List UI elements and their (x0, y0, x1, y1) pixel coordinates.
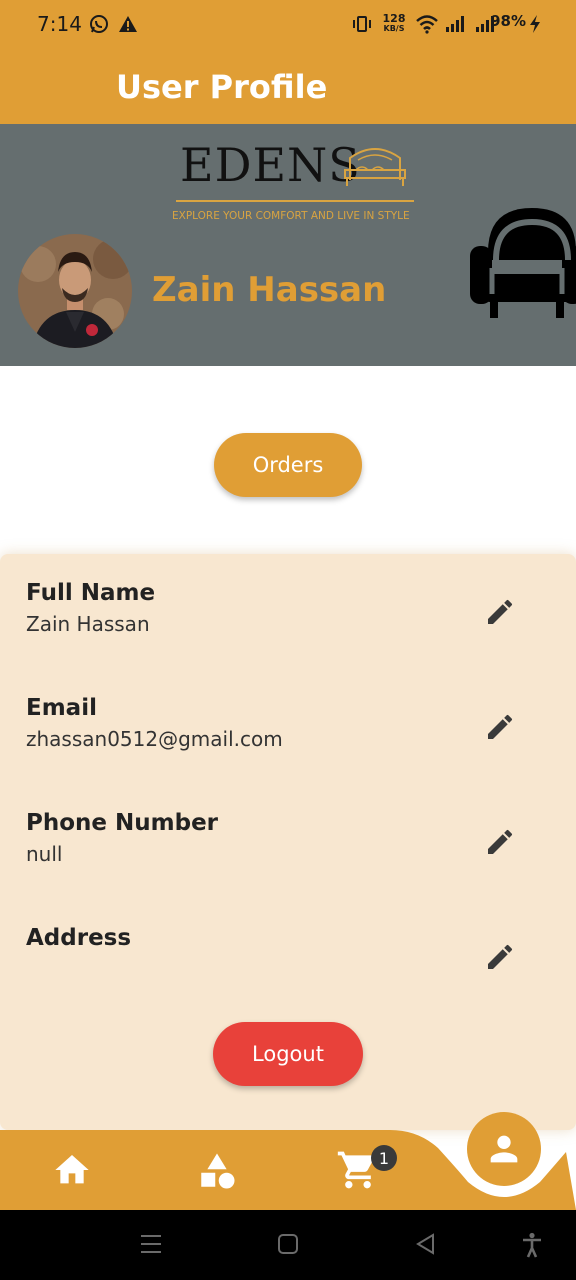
logo-text: EDENS (180, 138, 361, 192)
edit-full-name-icon[interactable] (484, 596, 516, 628)
edit-phone-icon[interactable] (484, 826, 516, 858)
network-speed-value: 128 (382, 12, 406, 25)
whatsapp-icon (90, 15, 108, 33)
network-speed-unit: KB/S (383, 24, 405, 33)
app-bar: User Profile (0, 52, 576, 124)
field-value: zhassan0512@gmail.com (26, 727, 283, 751)
field-address: Address (26, 925, 446, 957)
logout-button[interactable]: Logout (213, 1022, 363, 1086)
wifi-icon (416, 15, 438, 34)
field-label: Phone Number (26, 810, 219, 836)
nav-profile-button[interactable] (467, 1112, 541, 1186)
battery-charging-icon (530, 15, 540, 33)
vibrate-icon (353, 16, 371, 32)
battery-level: 98% (490, 12, 526, 30)
profile-icon (490, 1135, 518, 1163)
signal-icon-1 (446, 16, 464, 32)
armchair-icon (470, 208, 576, 318)
profile-header: EDENS EXPLORE YOUR COMFORT AND LIVE IN S… (0, 124, 576, 366)
profile-name: Zain Hassan (152, 270, 387, 310)
logo-divider (176, 200, 414, 202)
home-system-icon[interactable] (277, 1232, 299, 1256)
cart-badge: 1 (371, 1145, 397, 1171)
screen: 7:14 128 KB/S 98% User Profile EDENS EXP… (0, 0, 576, 1280)
field-label: Email (26, 695, 97, 721)
system-nav-bar (0, 1210, 576, 1280)
bed-icon (344, 148, 406, 186)
recent-apps-icon[interactable] (140, 1232, 162, 1256)
field-email: Email zhassan0512@gmail.com (26, 695, 446, 751)
field-phone-number: Phone Number null (26, 810, 446, 866)
accessibility-icon[interactable] (521, 1232, 543, 1258)
avatar-photo (18, 234, 132, 348)
field-label: Full Name (26, 580, 156, 606)
page-title: User Profile (116, 68, 328, 106)
field-label: Address (26, 925, 132, 951)
status-time: 7:14 (37, 12, 82, 36)
warning-icon (119, 16, 137, 32)
logo-tagline: EXPLORE YOUR COMFORT AND LIVE IN STYLE (172, 210, 410, 222)
field-value: Zain Hassan (26, 612, 150, 636)
field-full-name: Full Name Zain Hassan (26, 580, 446, 636)
status-bar: 7:14 128 KB/S 98% (0, 0, 576, 52)
edit-email-icon[interactable] (484, 711, 516, 743)
avatar (18, 234, 132, 348)
edit-address-icon[interactable] (484, 941, 516, 973)
orders-button[interactable]: Orders (214, 433, 362, 497)
network-speed: 128 KB/S (381, 12, 407, 34)
back-icon[interactable] (414, 1232, 436, 1256)
brand-logo: EDENS EXPLORE YOUR COMFORT AND LIVE IN S… (170, 138, 420, 228)
home-icon[interactable] (52, 1150, 92, 1190)
categories-icon[interactable] (196, 1150, 238, 1192)
field-value: null (26, 842, 63, 866)
